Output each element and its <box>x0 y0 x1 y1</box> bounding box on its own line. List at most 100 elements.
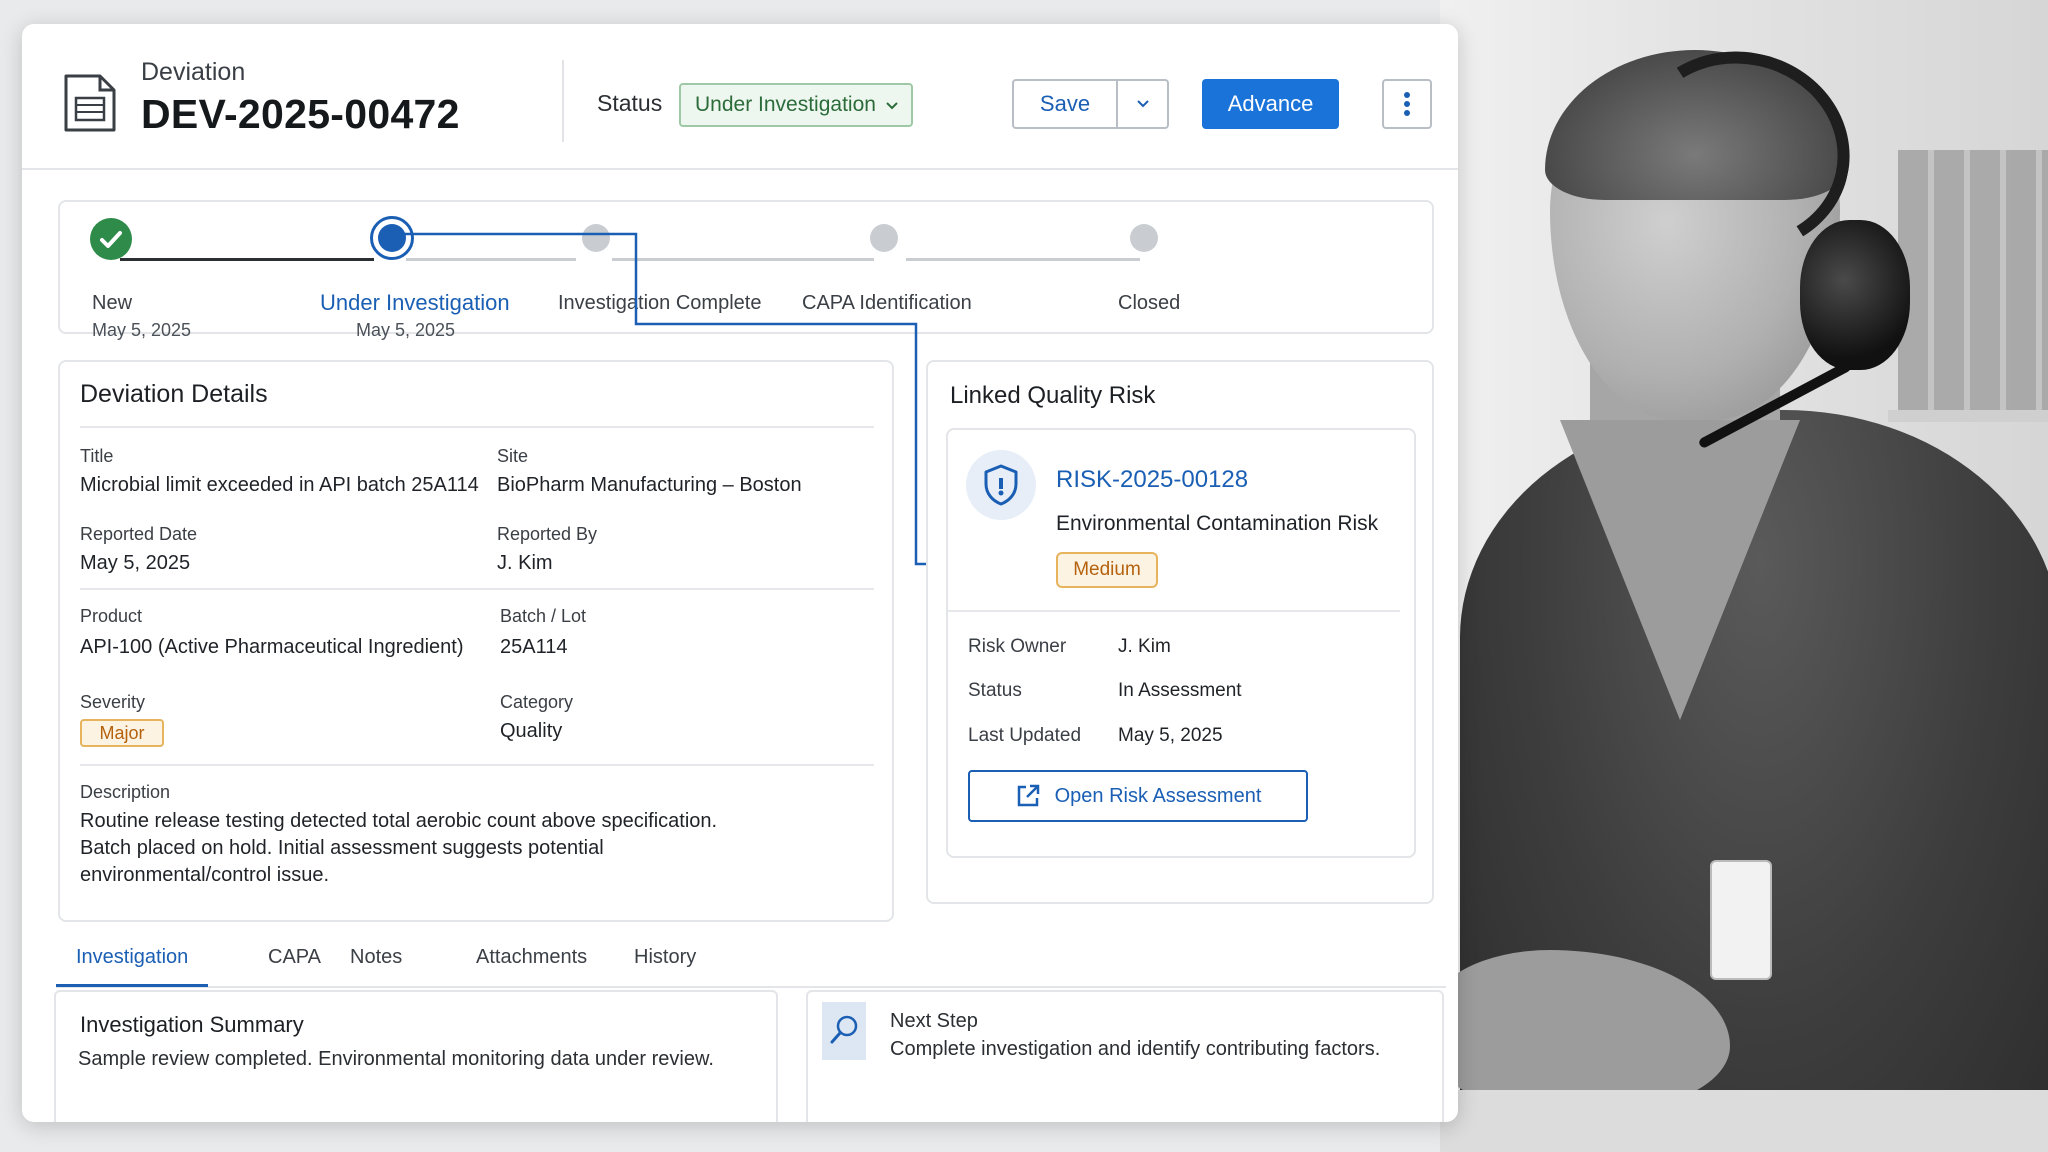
field-label-site: Site <box>497 446 529 466</box>
more-actions-button[interactable] <box>1382 79 1432 129</box>
status-dropdown[interactable]: Under Investigation <box>679 83 913 127</box>
risk-owner-value: J. Kim <box>1118 636 1171 657</box>
investigation-summary-title: Investigation Summary <box>80 1012 304 1037</box>
field-label-reported-date: Reported Date <box>80 524 198 544</box>
field-value-site: BioPharm Manufacturing – Boston <box>497 474 802 496</box>
field-label-title: Title <box>80 446 114 466</box>
risk-updated-value: May 5, 2025 <box>1118 725 1223 746</box>
deviation-record-card: Deviation DEV-2025-00472 Status Under In… <box>22 24 1458 1122</box>
open-risk-assessment-label: Open Risk Assessment <box>1054 784 1262 807</box>
tab-history[interactable]: History <box>634 946 696 969</box>
field-value-title: Microbial limit exceeded in API batch 25… <box>80 474 479 496</box>
step-label-new: New <box>92 292 133 314</box>
step-connector <box>120 258 374 261</box>
risk-owner-label: Risk Owner <box>968 636 1067 657</box>
entity-type: Deviation <box>141 58 246 86</box>
next-step-label: Next Step <box>890 1010 978 1032</box>
check-icon <box>100 231 122 248</box>
tab-attachments[interactable]: Attachments <box>476 946 587 969</box>
tab-investigation[interactable]: Investigation <box>76 946 188 969</box>
risk-status-label: Status <box>968 680 1022 701</box>
chevron-down-icon <box>1136 100 1149 108</box>
field-label-severity: Severity <box>80 692 146 712</box>
field-value-reported-by: J. Kim <box>497 552 553 574</box>
save-button[interactable]: Save <box>1014 81 1118 127</box>
header-divider <box>562 60 564 142</box>
risk-level-badge: Medium <box>1056 552 1158 588</box>
field-label-batch: Batch / Lot <box>500 606 587 626</box>
severity-badge: Major <box>80 719 164 747</box>
desk <box>1440 1090 2048 1152</box>
panel-title: Linked Quality Risk <box>950 382 1156 409</box>
deviation-details-panel: Deviation Details Title Microbial limit … <box>58 360 894 922</box>
status-label: Status <box>597 90 663 116</box>
investigation-summary-text: Sample review completed. Environmental m… <box>78 1048 714 1070</box>
step-done-marker <box>90 218 132 260</box>
external-link-icon <box>1017 784 1039 807</box>
step-pending-marker <box>582 224 610 252</box>
shelf-bar <box>1888 410 2048 422</box>
tab-capa[interactable]: CAPA <box>268 946 321 969</box>
document-icon <box>64 74 116 132</box>
advance-button[interactable]: Advance <box>1202 79 1339 129</box>
risk-id-link[interactable]: RISK-2025-00128 <box>1056 466 1248 494</box>
status-value: Under Investigation <box>695 93 876 116</box>
linked-risk-panel: Linked Quality Risk RISK-2025-00128 Envi… <box>926 360 1434 904</box>
description-line: environmental/control issue. <box>80 864 330 886</box>
divider <box>80 426 874 428</box>
step-connector <box>906 258 1140 261</box>
step-label-closed: Closed <box>1118 292 1181 314</box>
description-line: Routine release testing detected total a… <box>80 810 718 832</box>
step-date-new: May 5, 2025 <box>92 320 192 340</box>
next-step-panel: Next Step Complete investigation and ide… <box>806 990 1444 1122</box>
background-photo <box>1440 0 2048 1152</box>
description-line: Batch placed on hold. Initial assessment… <box>80 837 604 859</box>
open-risk-assessment-button[interactable]: Open Risk Assessment <box>968 770 1308 822</box>
step-current-marker <box>370 216 414 260</box>
shield-icon <box>984 464 1018 506</box>
divider <box>80 764 874 766</box>
binder-shelf <box>1898 150 2048 410</box>
field-value-description: Routine release testing detected total a… <box>80 808 720 889</box>
shield-icon-wrap <box>966 450 1036 520</box>
field-value-batch: 25A114 <box>500 636 568 658</box>
record-header: Deviation DEV-2025-00472 Status Under In… <box>22 24 1458 170</box>
id-badge <box>1710 860 1772 980</box>
divider <box>948 610 1400 612</box>
step-connector <box>406 258 576 261</box>
next-step-text: Complete investigation and identify cont… <box>890 1038 1381 1060</box>
field-value-category: Quality <box>500 720 563 742</box>
step-label-capa-identification: CAPA Identification <box>802 292 972 314</box>
record-id: DEV-2025-00472 <box>141 91 460 137</box>
field-label-description: Description <box>80 782 171 802</box>
save-split-button: Save <box>1012 79 1169 129</box>
step-connector <box>612 258 874 261</box>
field-value-reported-date: May 5, 2025 <box>80 552 191 574</box>
investigation-summary-panel: Investigation Summary Sample review comp… <box>54 990 778 1122</box>
chevron-down-icon <box>886 102 898 110</box>
step-pending-marker <box>1130 224 1158 252</box>
active-tab-indicator <box>56 984 208 987</box>
field-label-category: Category <box>500 692 574 712</box>
search-icon-wrap <box>822 1002 866 1060</box>
risk-status-value: In Assessment <box>1118 680 1242 701</box>
risk-name: Environmental Contamination Risk <box>1056 512 1379 535</box>
divider <box>80 588 874 590</box>
workflow-stepper: New May 5, 2025 Under Investigation May … <box>58 200 1434 340</box>
step-label-investigation-complete: Investigation Complete <box>558 292 762 314</box>
save-options-button[interactable] <box>1118 81 1167 127</box>
step-pending-marker <box>870 224 898 252</box>
more-vertical-icon <box>1404 92 1410 116</box>
search-icon <box>830 1015 858 1044</box>
risk-updated-label: Last Updated <box>968 725 1082 746</box>
panel-title: Deviation Details <box>80 380 268 408</box>
step-label-under-investigation: Under Investigation <box>320 290 510 315</box>
step-date-under-investigation: May 5, 2025 <box>356 320 456 340</box>
tab-notes[interactable]: Notes <box>350 946 402 969</box>
headset-earcup <box>1800 220 1910 370</box>
field-label-product: Product <box>80 606 143 626</box>
field-value-product: API-100 (Active Pharmaceutical Ingredien… <box>80 636 464 658</box>
risk-card: RISK-2025-00128 Environmental Contaminat… <box>946 428 1416 858</box>
field-label-reported-by: Reported By <box>497 524 598 544</box>
record-tabs: Investigation CAPA Notes Attachments His… <box>56 930 1446 988</box>
